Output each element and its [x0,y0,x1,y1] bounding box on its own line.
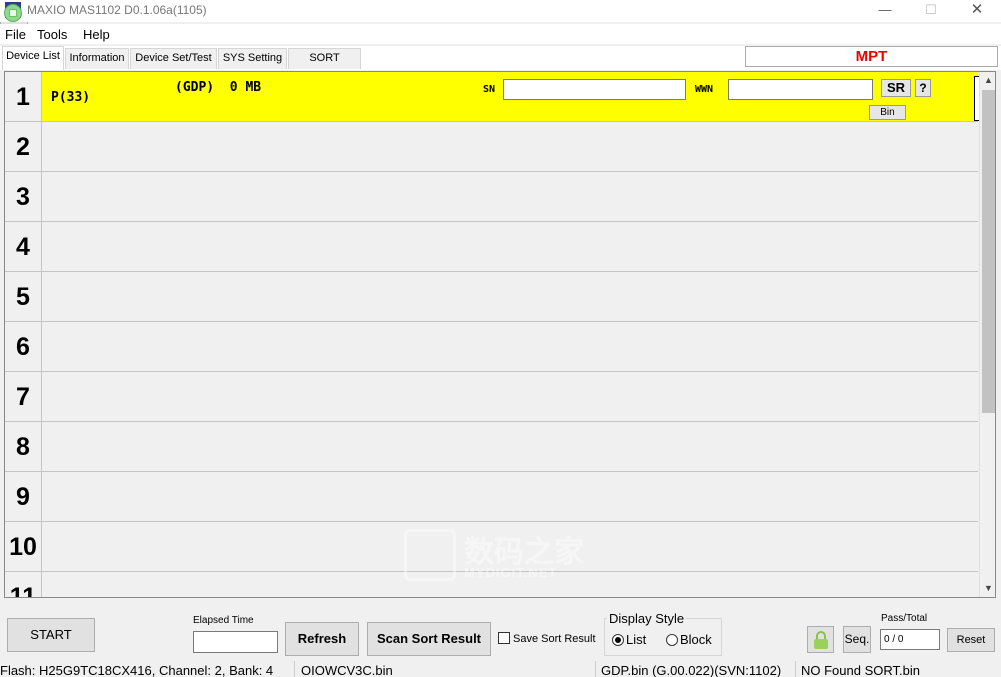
stop-square-icon [9,9,17,17]
device-row[interactable]: 4 [5,222,978,272]
tab-sort-setting[interactable]: SORT Setting [288,48,361,83]
help-button[interactable]: ? [915,79,931,97]
watermark: 数码之家 MYDIGIT.NET [404,527,600,583]
device-slot [42,122,978,171]
device-slot [42,322,978,371]
maximize-button[interactable]: ☐ [908,0,954,22]
status-divider [795,661,796,677]
tab-device-list[interactable]: Device List [2,46,64,70]
device-row[interactable]: 6 [5,322,978,372]
device-slot [42,272,978,321]
wwn-label: WWN [695,84,714,95]
row-number: 6 [5,322,42,371]
row-number: 11 [5,572,42,597]
row-number: 10 [5,522,42,571]
elapsed-time-field [193,631,278,653]
save-sort-result-checkbox[interactable]: Save Sort Result [498,632,596,645]
row-number: 7 [5,372,42,421]
tab-device-set-test[interactable]: Device Set/Test [130,48,217,69]
checkbox-box[interactable] [498,632,510,644]
row-number: 2 [5,122,42,171]
reset-button[interactable]: Reset [947,628,995,652]
mode-label: MPT [745,46,998,67]
device-info: (GDP) 0 MB [175,80,262,95]
row-number: 8 [5,422,42,471]
close-button[interactable]: ✕ [954,0,1000,22]
radio-list-label: List [626,632,647,647]
save-sort-result-label: Save Sort Result [513,633,596,645]
tab-information[interactable]: Information [65,48,129,69]
scroll-up-icon[interactable]: ▲ [980,72,995,89]
display-style-label: Display Style [607,611,687,626]
menu-bar: File Tools Help [0,24,1001,44]
elapsed-time-label: Elapsed Time [193,615,254,626]
row-number: 5 [5,272,42,321]
device-slot [42,422,978,471]
menu-file[interactable]: File [5,27,26,42]
device-slot [42,472,978,521]
watermark-logo-icon [404,529,456,581]
pass-total-field: 0 / 0 [880,629,940,650]
radio-list[interactable]: List [612,632,646,647]
status-bar: Flash: H25G9TC18CX416, Channel: 2, Bank:… [0,661,1001,677]
device-slot: P(33) (GDP) 0 MB SN WWN SR ? Bin 0% [42,72,995,121]
device-row[interactable]: 5 [5,272,978,322]
row-number: 3 [5,172,42,221]
device-row[interactable]: 3 [5,172,978,222]
pass-total-label: Pass/Total [881,613,928,624]
device-row[interactable]: 8 [5,422,978,472]
app-window: M MAXIO MAS1102 D0.1.06a(1105) — ☐ ✕ Fil… [0,0,1001,677]
menu-help[interactable]: Help [83,27,110,42]
row-number: 1 [5,72,42,121]
status-divider [595,661,596,677]
menu-tools[interactable]: Tools [37,27,67,42]
vertical-scrollbar[interactable]: ▲ ▼ [979,72,995,597]
sr-button[interactable]: SR [881,79,911,97]
minimize-button[interactable]: — [862,0,908,22]
refresh-button[interactable]: Refresh [285,622,359,656]
status-flash: Flash: H25G9TC18CX416, Channel: 2, Bank:… [0,663,274,677]
device-slot [42,172,978,221]
device-row[interactable]: 7 [5,372,978,422]
status-gdp: GDP.bin (G.00.022)(SVN:1102) [601,663,782,677]
device-row[interactable]: 9 [5,472,978,522]
row-number: 9 [5,472,42,521]
radio-block-label: Block [680,632,712,647]
radio-dot-selected[interactable] [612,634,624,646]
device-port: P(33) [51,90,91,105]
window-title: MAXIO MAS1102 D0.1.06a(1105) [27,3,207,17]
watermark-en: MYDIGIT.NET [464,565,558,580]
device-row[interactable]: 2 [5,122,978,172]
radio-dot[interactable] [666,634,678,646]
status-sort: NO Found SORT.bin [801,663,920,677]
start-button[interactable]: START [7,618,95,652]
scroll-down-icon[interactable]: ▼ [980,580,995,597]
bin-button[interactable]: Bin [869,105,906,120]
sn-input[interactable] [503,79,686,100]
row-number: 4 [5,222,42,271]
sn-label: SN [483,84,496,95]
title-bar: M MAXIO MAS1102 D0.1.06a(1105) — ☐ ✕ [0,0,1001,22]
lock-button[interactable] [807,626,834,653]
device-row[interactable]: 1 P(33) (GDP) 0 MB SN WWN SR ? Bin 0% [5,72,995,122]
device-slot [42,372,978,421]
radio-block[interactable]: Block [666,632,712,647]
status-file: OIOWCV3C.bin [301,663,393,677]
scroll-thumb[interactable] [982,90,995,413]
seq-button[interactable]: Seq. [843,626,871,653]
wwn-input[interactable] [728,79,873,100]
tab-sys-setting[interactable]: SYS Setting [218,48,287,69]
device-slot [42,222,978,271]
device-list-panel: 1 P(33) (GDP) 0 MB SN WWN SR ? Bin 0% 2 … [4,71,996,598]
status-divider [294,661,295,677]
scan-sort-result-button[interactable]: Scan Sort Result [367,622,491,656]
lock-icon [814,639,828,649]
